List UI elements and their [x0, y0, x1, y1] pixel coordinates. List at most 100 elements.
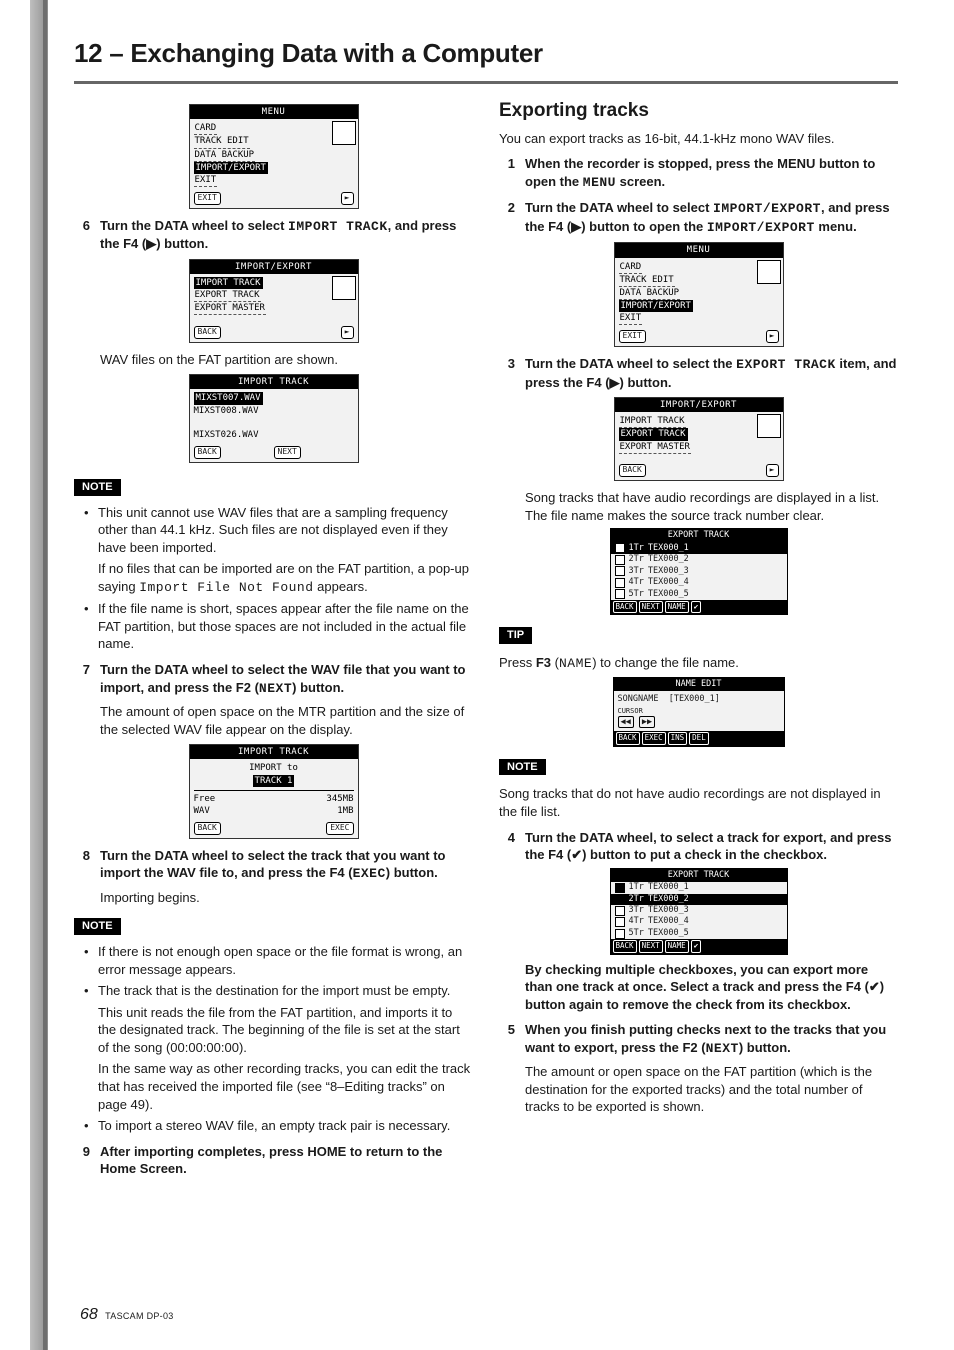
free-value: 345MB [326, 793, 353, 805]
export-track-list: EXPORT TRACK 1TrTEX000_12TrTEX000_23TrTE… [610, 528, 788, 615]
note-sub: In the same way as other recording track… [98, 1060, 473, 1113]
name-edit-value: [TEX000_1] [669, 694, 720, 704]
track-row: 3TrTEX000_3 [611, 566, 787, 577]
track-row: 1TrTEX000_1 [611, 543, 787, 554]
step-6: 6 Turn the DATA wheel to select IMPORT T… [74, 217, 473, 253]
note-label: NOTE [499, 759, 546, 776]
step-text: Turn the DATA wheel to select IMPORT/EXP… [525, 199, 898, 236]
name-edit-screenshot: NAME EDIT SONGNAME [TEX000_1] CURSOR ◀◀ … [613, 677, 785, 747]
footer-btn: DEL [689, 732, 709, 744]
footer-btn: BACK [613, 601, 637, 613]
back-btn: BACK [194, 446, 221, 459]
screen-title: EXPORT TRACK [611, 529, 787, 542]
list-item-selected: EXPORT TRACK [619, 428, 688, 440]
tip-text: Press F3 (NAME) to change the file name. [499, 654, 898, 673]
step-text: When you finish putting checks next to t… [525, 1021, 898, 1057]
note-bullet: If there is not enough open space or the… [84, 943, 473, 978]
menu-title: MENU [615, 243, 783, 257]
next-btn: NEXT [274, 446, 301, 459]
name-edit-label: SONGNAME [618, 694, 659, 704]
list-item: MIXST008.WAV [194, 405, 354, 417]
menu-item: TRACK EDIT [194, 135, 250, 148]
footer-btn: INS [668, 732, 688, 744]
footer-btn: NEXT [639, 601, 663, 613]
screen-title: NAME EDIT [614, 678, 784, 691]
menu-item: EXIT [194, 174, 218, 187]
export-track-list-2: EXPORT TRACK 1TrTEX000_12TrTEX000_23TrTE… [610, 868, 788, 955]
footer-btn: ✔ [691, 940, 702, 952]
note-text: Song tracks that do not have audio recor… [499, 785, 898, 820]
screen-title: IMPORT TRACK [190, 745, 358, 759]
checkbox-icon [615, 929, 625, 939]
step-text: After importing completes, press HOME to… [100, 1143, 473, 1178]
step-number: 1 [499, 155, 515, 191]
step-2: 2 Turn the DATA wheel to select IMPORT/E… [499, 199, 898, 236]
note-list: This unit cannot use WAV files that are … [84, 504, 473, 653]
note-bullet: The track that is the destination for th… [84, 982, 473, 1113]
page-spine-dark [43, 0, 47, 1350]
step-text: Turn the DATA wheel to select the EXPORT… [525, 355, 898, 391]
menu-item: DATA BACKUP [194, 149, 256, 162]
menu-item: CARD [619, 261, 643, 274]
play-btn [766, 464, 779, 477]
import-export-screenshot: IMPORT/EXPORT IMPORT TRACK EXPORT TRACK … [189, 259, 359, 343]
screen-icon [757, 414, 781, 438]
step-number: 6 [74, 217, 90, 253]
menu-item: DATA BACKUP [619, 287, 681, 300]
screen-title: IMPORT TRACK [190, 375, 358, 389]
screen-line: IMPORT to [194, 762, 354, 774]
back-btn: BACK [619, 464, 646, 477]
footer-btn: BACK [616, 732, 640, 744]
track-row: 5TrTEX000_5 [611, 589, 787, 600]
track-row: 3TrTEX000_3 [611, 905, 787, 916]
back-btn: EXIT [619, 330, 646, 343]
screen-title: IMPORT/EXPORT [615, 398, 783, 412]
menu-icon [332, 121, 356, 145]
step-5: 5 When you finish putting checks next to… [499, 1021, 898, 1057]
step-text: Turn the DATA wheel, to select a track f… [525, 829, 898, 864]
step-number: 4 [499, 829, 515, 864]
list-item: EXPORT MASTER [194, 302, 266, 315]
step-text: Turn the DATA wheel to select IMPORT TRA… [100, 217, 473, 253]
step-9: 9 After importing completes, press HOME … [74, 1143, 473, 1178]
paragraph: Importing begins. [100, 889, 473, 907]
checkbox-icon [615, 543, 625, 553]
menu-item-selected: IMPORT/EXPORT [619, 300, 693, 312]
paragraph: Song tracks that have audio recordings a… [525, 489, 898, 524]
note-bullet: To import a stereo WAV file, an empty tr… [84, 1117, 473, 1135]
cursor-label: CURSOR [618, 707, 643, 715]
checkbox-icon [615, 566, 625, 576]
back-btn: BACK [194, 822, 221, 835]
checkbox-icon [615, 883, 625, 893]
note-label: NOTE [74, 918, 121, 935]
paragraph: The amount or open space on the FAT part… [525, 1063, 898, 1116]
menu-screenshot-2: MENU CARD TRACK EDIT DATA BACKUP IMPORT/… [614, 242, 784, 347]
paragraph: The amount of open space on the MTR part… [100, 703, 473, 738]
cursor-right-icon: ▶▶ [639, 716, 655, 728]
tip-label: TIP [499, 627, 532, 644]
menu-item-selected: IMPORT/EXPORT [194, 162, 268, 174]
screen-line-sel: TRACK 1 [253, 775, 295, 787]
play-btn [766, 330, 779, 343]
free-label: Free [194, 793, 216, 805]
page-title: 12 – Exchanging Data with a Computer [74, 36, 898, 71]
checkbox-icon [615, 917, 625, 927]
list-item: IMPORT TRACK [619, 415, 686, 428]
import-track-list-screenshot: IMPORT TRACK MIXST007.WAV MIXST008.WAV M… [189, 374, 359, 463]
checkbox-icon [615, 906, 625, 916]
list-item: MIXST026.WAV [194, 429, 354, 441]
wav-value: 1MB [337, 805, 353, 817]
back-btn: BACK [194, 326, 221, 339]
model-label: TASCAM DP-03 [105, 1311, 173, 1321]
footer-btn: ✔ [691, 601, 702, 613]
page-number: 68 [80, 1306, 98, 1323]
footer-btn: NAME [665, 601, 689, 613]
note-sub: This unit reads the file from the FAT pa… [98, 1004, 473, 1057]
screen-title: EXPORT TRACK [611, 869, 787, 882]
note-sub: If no files that can be imported are on … [98, 560, 473, 596]
footer-btn: NAME [665, 940, 689, 952]
menu-icon [757, 260, 781, 284]
left-column: MENU CARD TRACK EDIT DATA BACKUP IMPORT/… [74, 98, 473, 1180]
footer-btn: EXEC [642, 732, 666, 744]
step-number: 9 [74, 1143, 90, 1178]
